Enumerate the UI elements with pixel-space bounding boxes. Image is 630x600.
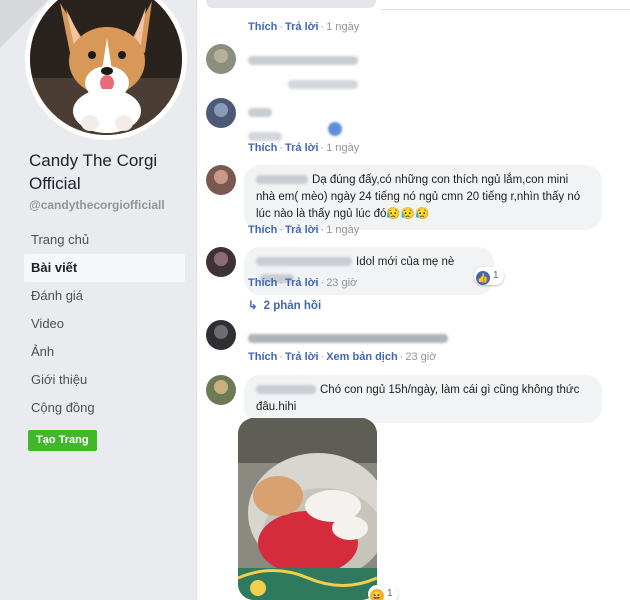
comment-actions: Thích · Trả lời · 1 ngày xyxy=(248,224,360,236)
commenter-avatar[interactable] xyxy=(206,320,236,350)
commenter-avatar[interactable] xyxy=(206,375,236,405)
reply-link[interactable]: Trả lời xyxy=(285,351,319,363)
see-translation-link[interactable]: Xem bản dịch xyxy=(326,351,398,363)
blurred-name[interactable] xyxy=(256,257,352,267)
blurred-reaction xyxy=(328,122,342,136)
comment-time: 23 giờ xyxy=(326,277,358,289)
commenter-avatar[interactable] xyxy=(206,98,236,128)
nav-community[interactable]: Cộng đồng xyxy=(24,394,185,422)
create-page-button[interactable]: Tạo Trang xyxy=(28,430,97,451)
like-link[interactable]: Thích xyxy=(248,277,277,289)
comment-time: 1 ngày xyxy=(326,142,360,154)
page-name[interactable]: Candy The Corgi Official xyxy=(29,149,189,195)
reply-link[interactable]: Trả lời xyxy=(285,142,319,154)
commenter-avatar[interactable] xyxy=(206,247,236,277)
comment-bubble: Chó con ngủ 15h/ngày, làm cái gì cũng kh… xyxy=(244,375,602,423)
like-link[interactable]: Thích xyxy=(248,142,277,154)
comment-photo[interactable] xyxy=(238,418,377,600)
blurred-text xyxy=(288,80,358,89)
comment-time: 1 ngày xyxy=(326,21,360,33)
profile-picture[interactable] xyxy=(25,0,187,140)
view-replies-link[interactable]: ↳ 2 phản hồi xyxy=(248,298,321,312)
commenter-avatar[interactable] xyxy=(206,165,236,195)
haha-reaction-icon: 😆 xyxy=(370,589,384,600)
comment-bubble: Dạ đúng đấy,có những con thích ngủ lắm,c… xyxy=(244,165,602,230)
nav-reviews[interactable]: Đánh giá xyxy=(24,282,185,310)
nav-home[interactable]: Trang chủ xyxy=(24,226,185,254)
comment-time: 23 giờ xyxy=(405,351,437,363)
blurred-name[interactable] xyxy=(256,175,308,185)
like-link[interactable]: Thích xyxy=(248,351,277,363)
reply-link[interactable]: Trả lời xyxy=(285,224,319,236)
like-reaction-icon: 👍 xyxy=(476,271,490,285)
reaction-count[interactable]: 👍 1 xyxy=(474,267,504,285)
comment-actions: Thích · Trả lời · 23 giờ xyxy=(248,277,358,289)
comment-actions: Thích · Trả lời · Xem bản dịch · 23 giờ xyxy=(248,351,437,363)
reply-link[interactable]: Trả lời xyxy=(285,21,319,33)
nav-videos[interactable]: Video xyxy=(24,310,185,338)
nav-posts[interactable]: Bài viết xyxy=(24,254,185,282)
corgi-avatar xyxy=(30,0,182,135)
blurred-name xyxy=(248,108,272,118)
blurred-text xyxy=(248,334,448,344)
feed-topbar xyxy=(196,0,630,12)
comment-actions: Thích · Trả lời · 1 ngày xyxy=(248,21,360,33)
page-nav: Trang chủ Bài viết Đánh giá Video Ảnh Gi… xyxy=(24,226,185,422)
page-sidebar: Candy The Corgi Official @candythecorgio… xyxy=(0,0,196,600)
like-link[interactable]: Thích xyxy=(248,224,277,236)
blurred-text xyxy=(248,132,282,141)
nav-about[interactable]: Giới thiệu xyxy=(24,366,185,394)
comment-actions: Thích · Trả lời · 1 ngày xyxy=(248,142,360,154)
comment-time: 1 ngày xyxy=(326,224,360,236)
blurred-name xyxy=(248,56,358,66)
page-handle: @candythecorgiofficiall xyxy=(29,198,165,212)
blurred-bar xyxy=(206,0,376,8)
reply-link[interactable]: Trả lời xyxy=(285,277,319,289)
blurred-name[interactable] xyxy=(256,385,316,395)
commenter-avatar[interactable] xyxy=(206,44,236,74)
photo-reaction-count[interactable]: 😆 1 xyxy=(368,585,398,600)
comment-text: Idol mới của mẹ nè xyxy=(356,256,455,268)
like-link[interactable]: Thích xyxy=(248,21,277,33)
reply-arrow-icon: ↳ xyxy=(248,300,258,312)
divider xyxy=(381,9,630,10)
nav-photos[interactable]: Ảnh xyxy=(24,338,185,366)
